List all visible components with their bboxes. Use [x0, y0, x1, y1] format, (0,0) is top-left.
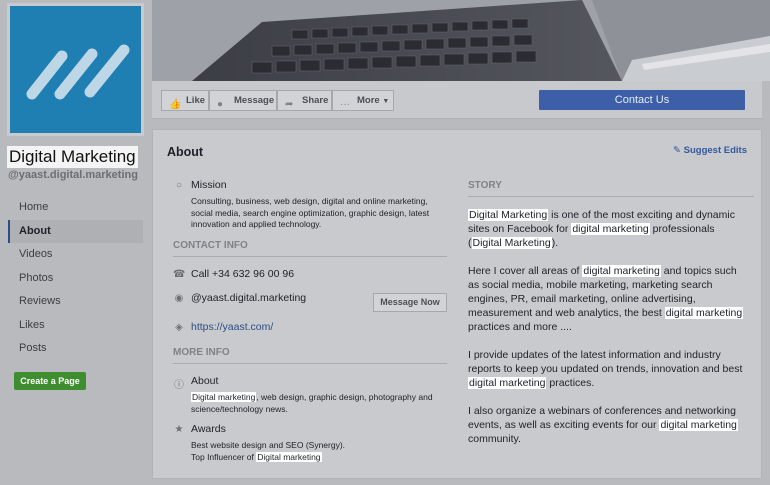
story-heading: STORY [468, 180, 754, 197]
profile-picture[interactable] [7, 3, 144, 136]
compass-icon: ○ [175, 180, 183, 191]
suggest-edits-link[interactable]: ✎ Suggest Edits [673, 145, 747, 156]
nav-item-videos[interactable]: Videos [8, 243, 143, 267]
ellipsis-icon: ··· [340, 99, 350, 110]
keyword-highlight: Digital Marketing [471, 237, 552, 249]
story-paragraph-1: Digital Marketing is one of the most exc… [468, 208, 750, 250]
create-page-button[interactable]: Create a Page [14, 372, 86, 390]
page-handle[interactable]: @yaast.digital.marketing [8, 169, 138, 181]
share-button[interactable]: ➦ Share [277, 90, 332, 111]
awards-line-2: Top Influencer of Digital marketing [191, 451, 446, 464]
awards-text: Best website design and SEO (Synergy). To… [191, 440, 446, 463]
contact-us-button[interactable]: Contact Us [539, 90, 745, 110]
more-label: More [357, 95, 380, 106]
keyword-highlight: Digital marketing [191, 392, 257, 402]
more-button[interactable]: ··· More ▼ [332, 90, 394, 111]
story-text: Digital Marketing is one of the most exc… [468, 208, 750, 460]
keyword-highlight: digital marketing [659, 419, 738, 431]
story-text-span: practices. [546, 377, 595, 389]
keyword-highlight: digital marketing [468, 377, 547, 389]
keyword-highlight: digital marketing [571, 223, 650, 235]
nav-item-likes[interactable]: Likes [8, 314, 143, 338]
more-info-heading: MORE INFO [173, 347, 447, 364]
suggest-edits-label: Suggest Edits [683, 145, 747, 156]
about-subtitle: About [191, 375, 219, 387]
info-icon: ⓘ [174, 380, 184, 391]
awards-line-2-prefix: Top Influencer of [191, 451, 257, 462]
story-paragraph-4: I also organize a webinars of conference… [468, 404, 750, 446]
awards-line-1: Best website design and SEO (Synergy). [191, 440, 346, 450]
nav-item-posts[interactable]: Posts [8, 337, 143, 361]
story-text-span: I provide updates of the latest informat… [468, 349, 743, 375]
keyword-highlight: Digital Marketing [468, 209, 549, 221]
caret-down-icon: ▼ [382, 98, 390, 105]
message-button[interactable]: ● Message [209, 90, 277, 111]
like-label: Like [186, 95, 206, 106]
trophy-icon: ★ [174, 424, 184, 435]
nav-item-home[interactable]: Home [8, 196, 143, 220]
story-paragraph-3: I provide updates of the latest informat… [468, 348, 750, 390]
cover-photo[interactable] [152, 0, 770, 81]
nav-item-photos[interactable]: Photos [8, 267, 143, 291]
globe-icon: ◈ [175, 322, 183, 333]
story-text-span: Here I cover all areas of [468, 265, 583, 277]
story-paragraph-2: Here I cover all areas of digital market… [468, 264, 750, 334]
messenger-handle[interactable]: @yaast.digital.marketing [191, 292, 306, 304]
story-text-span: ). [551, 237, 559, 249]
keyword-highlight: digital marketing [582, 265, 661, 277]
nav-item-reviews[interactable]: Reviews [8, 290, 143, 314]
left-nav: Home About Videos Photos Reviews Likes P… [8, 196, 143, 361]
page-action-bar: 👍 Like ● Message ➦ Share ··· More ▼ Cont… [152, 81, 762, 119]
keyword-highlight: Digital marketing [256, 451, 322, 462]
brand-logo [10, 6, 141, 133]
message-now-button[interactable]: Message Now [373, 293, 447, 312]
about-card: About ✎ Suggest Edits ○ Mission Consulti… [152, 129, 762, 479]
phone-number[interactable]: Call +34 632 96 00 96 [191, 268, 294, 280]
message-label: Message [234, 95, 275, 106]
story-text-span: community. [468, 433, 521, 445]
laptop-keyboard-image [152, 0, 770, 81]
mission-text: Consulting, business, web design, digita… [191, 196, 430, 229]
phone-icon: ☎ [173, 269, 186, 280]
contact-info-heading: CONTACT INFO [173, 240, 447, 257]
about-title: About [167, 145, 204, 159]
story-text-span: practices and more .... [468, 321, 572, 333]
messenger-icon: ◉ [174, 293, 184, 304]
website-link[interactable]: https://yaast.com/ [191, 321, 273, 333]
share-icon: ➦ [285, 99, 294, 110]
awards-title: Awards [191, 423, 226, 435]
like-button[interactable]: 👍 Like [161, 90, 209, 111]
logo-stripes-icon [26, 44, 130, 100]
pencil-icon: ✎ [673, 145, 682, 156]
mission-title: Mission [191, 179, 227, 191]
page-title: Digital Marketing [7, 146, 138, 168]
thumbs-up-icon: 👍 [169, 99, 182, 110]
about-text: Digital marketing, web design, graphic d… [191, 392, 446, 415]
messenger-icon: ● [217, 99, 224, 110]
share-label: Share [302, 95, 329, 106]
keyword-highlight: digital marketing [664, 307, 744, 319]
nav-item-about[interactable]: About [8, 219, 143, 243]
